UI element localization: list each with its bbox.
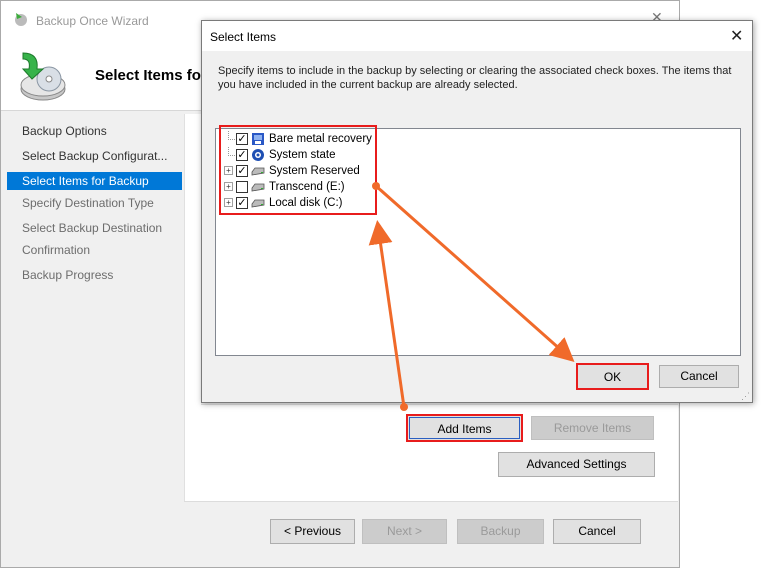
- annotation-arrows: [368, 182, 575, 411]
- arrow-to-ok: [372, 182, 575, 362]
- arrow-from-add-items: [368, 220, 408, 411]
